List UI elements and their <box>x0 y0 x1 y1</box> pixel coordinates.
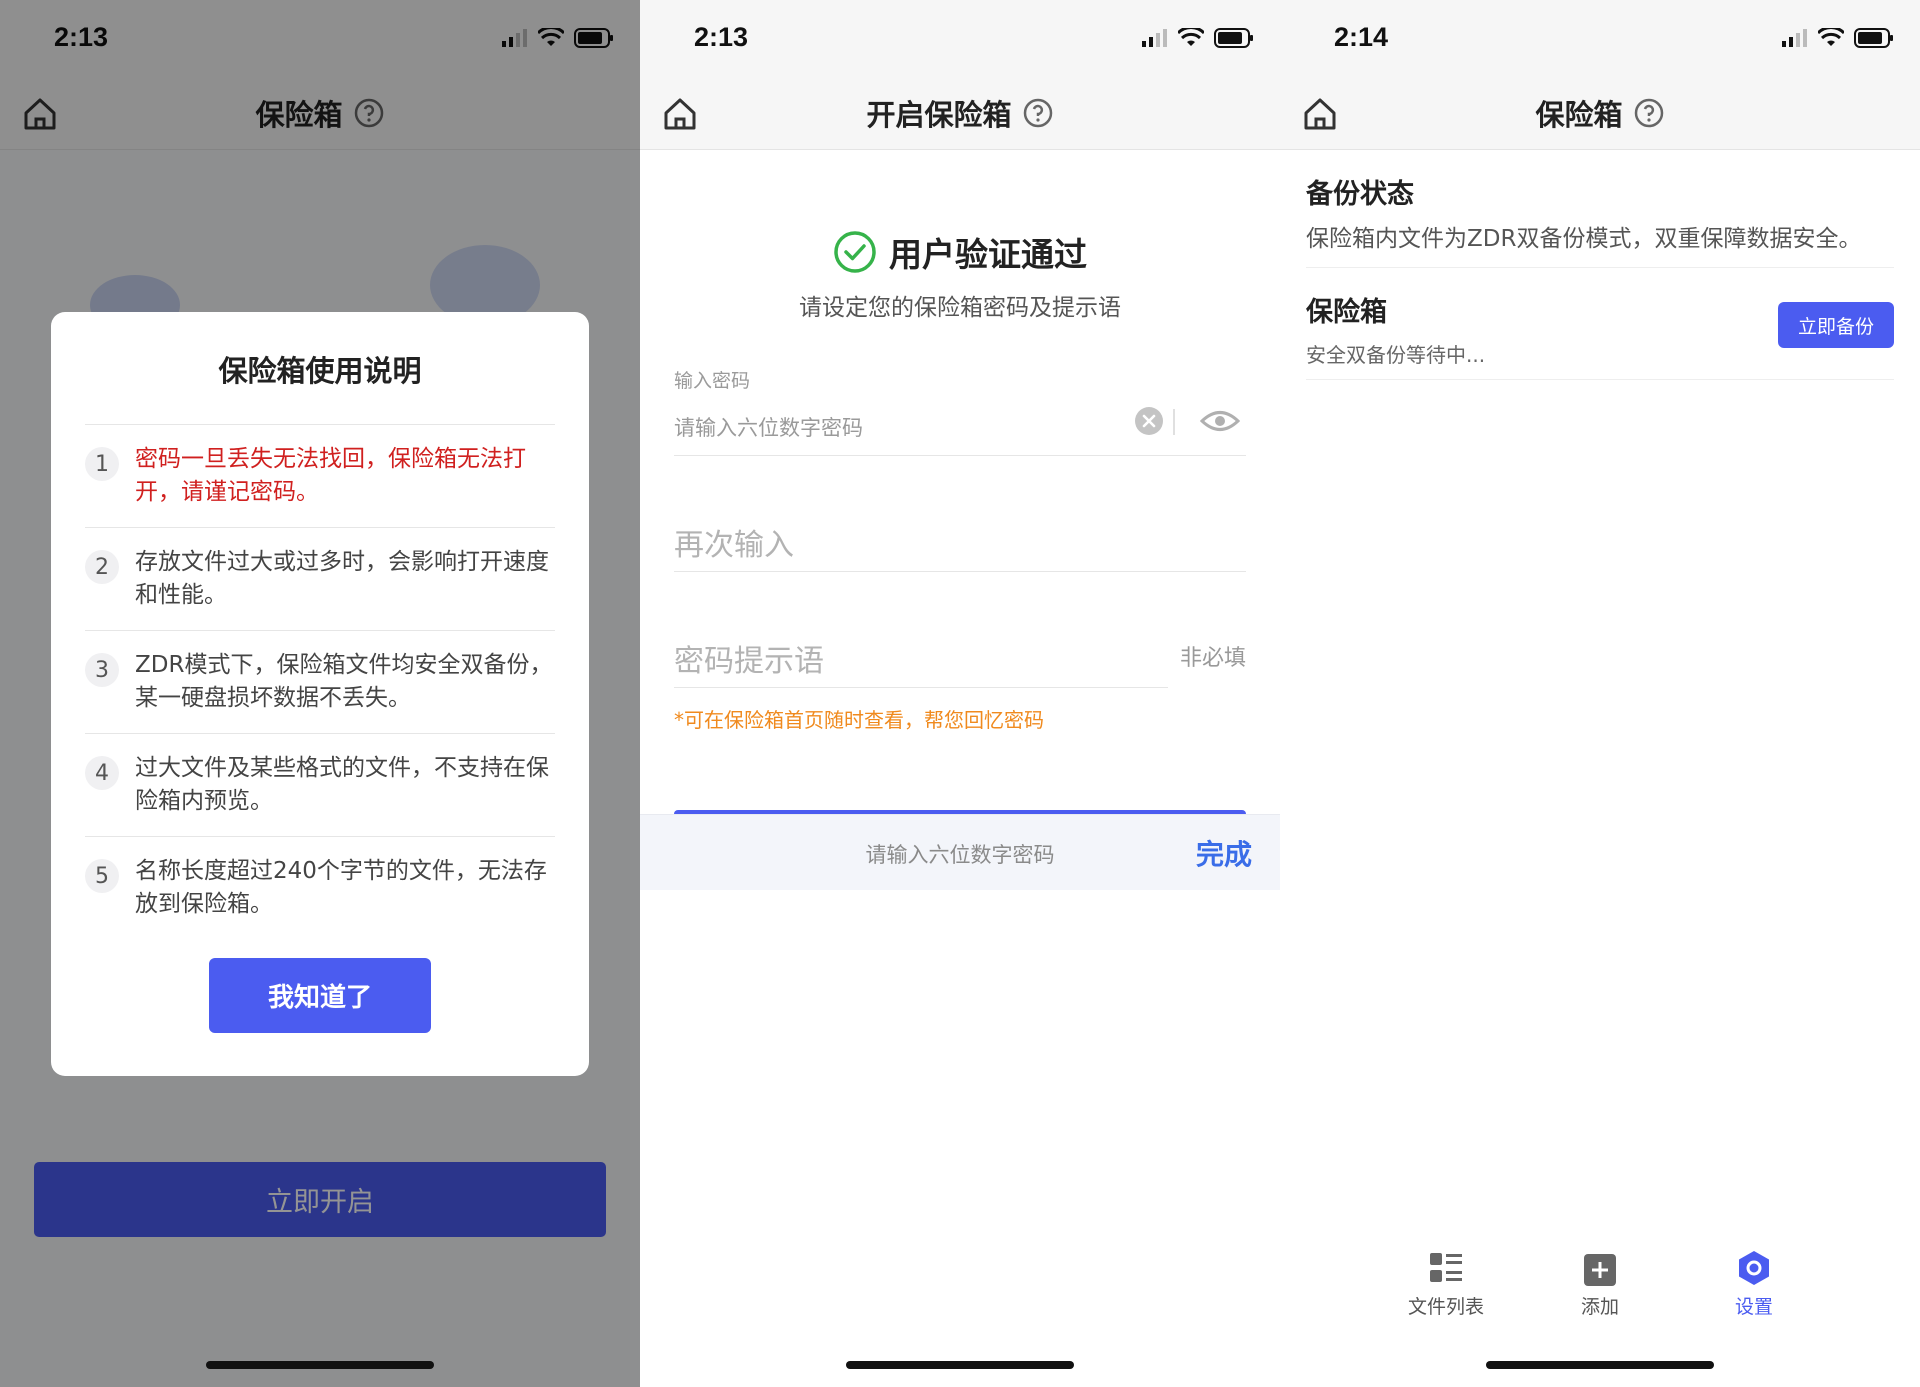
backup-status-section: 备份状态 保险箱内文件为ZDR双备份模式，双重保障数据安全。 <box>1306 172 1894 268</box>
rule-item: 1 密码一旦丢失无法找回，保险箱无法打开，请谨记密码。 <box>85 425 555 528</box>
rule-list: 1 密码一旦丢失无法找回，保险箱无法打开，请谨记密码。 2 存放文件过大或过多时… <box>85 424 555 940</box>
keyboard-done-button[interactable]: 完成 <box>1196 833 1252 873</box>
wifi-icon <box>1818 28 1844 46</box>
wifi-icon <box>1178 28 1204 46</box>
nav-title-group: 保险箱 <box>1280 92 1920 134</box>
phone-screen-set-password: 2:13 开启保险箱 用户验证通过 请设定您的保险箱密码及提示语 输入密码 请输… <box>640 0 1280 1387</box>
rule-item: 5 名称长度超过240个字节的文件，无法存放到保险箱。 <box>85 837 555 940</box>
help-icon[interactable] <box>1022 97 1054 129</box>
usage-notice-dialog: 保险箱使用说明 1 密码一旦丢失无法找回，保险箱无法打开，请谨记密码。 2 存放… <box>51 312 589 1076</box>
page-title: 保险箱 <box>1535 98 1623 132</box>
optional-label: 非必填 <box>1179 646 1246 671</box>
signal-icon <box>1142 29 1167 47</box>
divider <box>1173 409 1175 435</box>
rule-item: 4 过大文件及某些格式的文件，不支持在保险箱内预览。 <box>85 734 555 837</box>
nav-bar: 开启保险箱 <box>640 76 1280 150</box>
battery-icon <box>1214 28 1253 48</box>
keyboard-placeholder: 请输入六位数字密码 <box>865 843 1055 867</box>
tab-add[interactable]: 添加 <box>1540 1250 1660 1319</box>
confirm-placeholder: 再次输入 <box>674 528 794 563</box>
help-icon[interactable] <box>1633 97 1665 129</box>
dialog-title: 保险箱使用说明 <box>218 354 422 388</box>
phone-screen-usage-notice: 2:13 保险箱 立即开启 保险箱使用说明 1 密码一旦丢失无法找回，保险箱无法… <box>0 0 640 1387</box>
acknowledge-button[interactable]: 我知道了 <box>209 958 431 1033</box>
hint-note: *可在保险箱首页随时查看，帮您回忆密码 <box>674 708 1044 732</box>
keyboard-toolbar: 请输入六位数字密码 完成 <box>640 814 1280 890</box>
tab-settings[interactable]: 设置 <box>1694 1250 1814 1319</box>
password-hint-input[interactable]: 密码提示语 非必填 <box>674 628 1246 688</box>
home-indicator <box>206 1361 434 1369</box>
screens-container: 2:13 保险箱 立即开启 保险箱使用说明 1 密码一旦丢失无法找回，保险箱无法… <box>0 0 1920 1387</box>
verify-subtitle: 请设定您的保险箱密码及提示语 <box>799 295 1121 321</box>
signal-icon <box>1782 29 1807 47</box>
clear-icon[interactable] <box>1134 406 1164 436</box>
file-list-icon <box>1430 1253 1462 1282</box>
backup-now-button[interactable]: 立即备份 <box>1778 302 1894 348</box>
tab-label: 文件列表 <box>1407 1296 1484 1318</box>
password-label: 输入密码 <box>674 370 751 392</box>
status-bar: 2:14 <box>1280 0 1920 76</box>
verify-header: 用户验证通过 <box>640 228 1280 276</box>
battery-icon <box>1854 28 1893 48</box>
tab-label: 添加 <box>1580 1296 1619 1318</box>
password-input[interactable]: 请输入六位数字密码 <box>674 400 1246 456</box>
rule-number: 5 <box>85 859 119 893</box>
verify-title: 用户验证通过 <box>889 235 1087 274</box>
check-circle-icon <box>834 231 876 273</box>
add-icon <box>1584 1254 1616 1286</box>
system-icons <box>1782 28 1894 48</box>
tab-file-list[interactable]: 文件列表 <box>1386 1250 1506 1319</box>
rule-text: 密码一旦丢失无法找回，保险箱无法打开，请谨记密码。 <box>135 446 526 505</box>
bottom-tab-bar: 文件列表 添加 设置 <box>1280 1250 1920 1320</box>
backup-status-title: 备份状态 <box>1306 179 1414 210</box>
vault-section: 保险箱 安全双备份等待中... 立即备份 <box>1306 290 1894 380</box>
nav-bar: 保险箱 <box>1280 76 1920 150</box>
rule-text: 名称长度超过240个字节的文件，无法存放到保险箱。 <box>135 858 547 917</box>
divider <box>674 687 1168 688</box>
rule-text: 存放文件过大或过多时，会影响打开速度和性能。 <box>135 549 549 608</box>
password-placeholder: 请输入六位数字密码 <box>674 416 863 440</box>
eye-icon[interactable] <box>1200 408 1240 434</box>
tab-label: 设置 <box>1734 1296 1773 1318</box>
page-title: 开启保险箱 <box>866 98 1012 132</box>
rule-text: ZDR模式下，保险箱文件均安全双备份，某一硬盘损坏数据不丢失。 <box>135 652 553 711</box>
settings-icon <box>1739 1251 1769 1285</box>
rule-item: 2 存放文件过大或过多时，会影响打开速度和性能。 <box>85 528 555 631</box>
rule-number: 1 <box>85 447 119 481</box>
rule-number: 2 <box>85 550 119 584</box>
rule-number: 4 <box>85 756 119 790</box>
system-icons <box>1142 28 1254 48</box>
home-indicator <box>846 1361 1074 1369</box>
status-time: 2:13 <box>694 22 749 52</box>
status-bar: 2:13 <box>640 0 1280 76</box>
rule-text: 过大文件及某些格式的文件，不支持在保险箱内预览。 <box>135 755 549 814</box>
status-time: 2:14 <box>1334 22 1389 52</box>
hint-placeholder: 密码提示语 <box>674 644 824 679</box>
home-indicator <box>1486 1361 1714 1369</box>
phone-screen-vault-settings: 2:14 保险箱 备份状态 保险箱内文件为ZDR双备份模式，双重保障数据安全。 … <box>1280 0 1920 1387</box>
confirm-password-input[interactable]: 再次输入 <box>674 512 1246 572</box>
backup-status-desc: 保险箱内文件为ZDR双备份模式，双重保障数据安全。 <box>1306 226 1862 252</box>
rule-item: 3 ZDR模式下，保险箱文件均安全双备份，某一硬盘损坏数据不丢失。 <box>85 631 555 734</box>
nav-title-group: 开启保险箱 <box>640 92 1280 134</box>
rule-number: 3 <box>85 653 119 687</box>
